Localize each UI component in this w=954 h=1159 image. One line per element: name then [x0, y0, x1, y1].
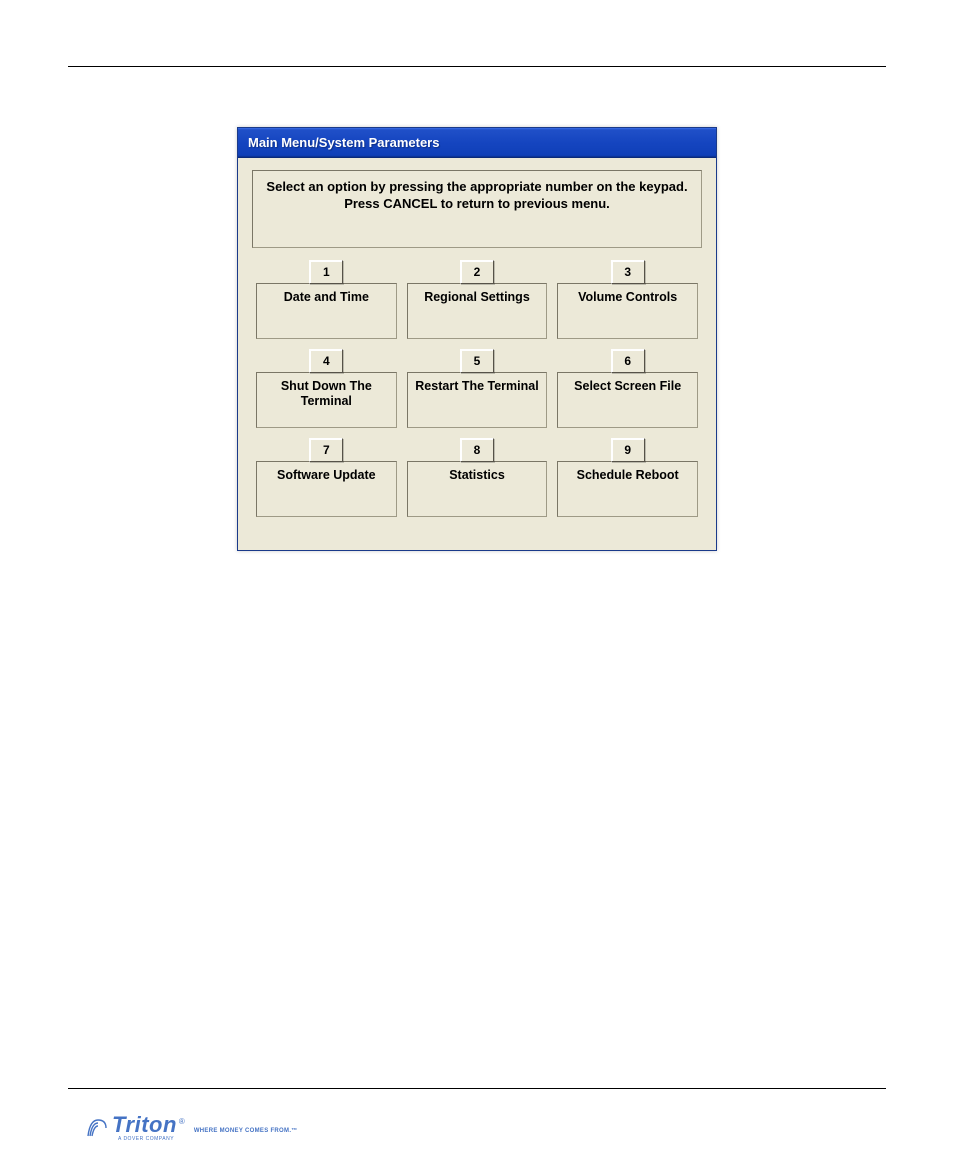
option-cell-1: 1 Date and Time: [256, 260, 397, 339]
option-label-3: Volume Controls: [557, 283, 698, 339]
document-page: Main Menu/System Parameters Select an op…: [0, 0, 954, 551]
brand-name: Triton: [112, 1112, 177, 1138]
option-label-7: Software Update: [256, 461, 397, 517]
option-label-9: Schedule Reboot: [557, 461, 698, 517]
option-label-2: Regional Settings: [407, 283, 548, 339]
option-cell-3: 3 Volume Controls: [557, 260, 698, 339]
instruction-box: Select an option by pressing the appropr…: [252, 170, 702, 248]
option-cell-9: 9 Schedule Reboot: [557, 438, 698, 517]
triton-logo-icon: [86, 1116, 108, 1138]
options-grid: 1 Date and Time 2 Regional Settings 3 Vo…: [252, 260, 702, 517]
option-label-6: Select Screen File: [557, 372, 698, 428]
brand-tagline: WHERE MONEY COMES FROM.™: [194, 1128, 298, 1134]
window-body: Select an option by pressing the appropr…: [238, 158, 716, 550]
option-label-8: Statistics: [407, 461, 548, 517]
keypad-button-4[interactable]: 4: [309, 349, 343, 373]
option-cell-4: 4 Shut Down The Terminal: [256, 349, 397, 428]
keypad-button-8[interactable]: 8: [460, 438, 494, 462]
footer-logo: Triton ® WHERE MONEY COMES FROM.™: [86, 1112, 298, 1138]
option-cell-8: 8 Statistics: [407, 438, 548, 517]
option-cell-7: 7 Software Update: [256, 438, 397, 517]
keypad-button-1[interactable]: 1: [309, 260, 343, 284]
window-titlebar: Main Menu/System Parameters: [238, 128, 716, 158]
option-cell-6: 6 Select Screen File: [557, 349, 698, 428]
brand-subline: A DOVER COMPANY: [118, 1136, 174, 1142]
option-cell-2: 2 Regional Settings: [407, 260, 548, 339]
keypad-button-6[interactable]: 6: [611, 349, 645, 373]
keypad-button-7[interactable]: 7: [309, 438, 343, 462]
dialog-window: Main Menu/System Parameters Select an op…: [237, 127, 717, 551]
top-rule: [68, 66, 886, 67]
option-label-5: Restart The Terminal: [407, 372, 548, 428]
window-title: Main Menu/System Parameters: [248, 135, 439, 150]
keypad-button-9[interactable]: 9: [611, 438, 645, 462]
option-cell-5: 5 Restart The Terminal: [407, 349, 548, 428]
keypad-button-2[interactable]: 2: [460, 260, 494, 284]
keypad-button-3[interactable]: 3: [611, 260, 645, 284]
option-label-4: Shut Down The Terminal: [256, 372, 397, 428]
registered-mark: ®: [179, 1117, 185, 1126]
instruction-line-2: Press CANCEL to return to previous menu.: [259, 196, 695, 213]
option-label-1: Date and Time: [256, 283, 397, 339]
bottom-rule: [68, 1088, 886, 1089]
keypad-button-5[interactable]: 5: [460, 349, 494, 373]
instruction-line-1: Select an option by pressing the appropr…: [259, 179, 695, 196]
